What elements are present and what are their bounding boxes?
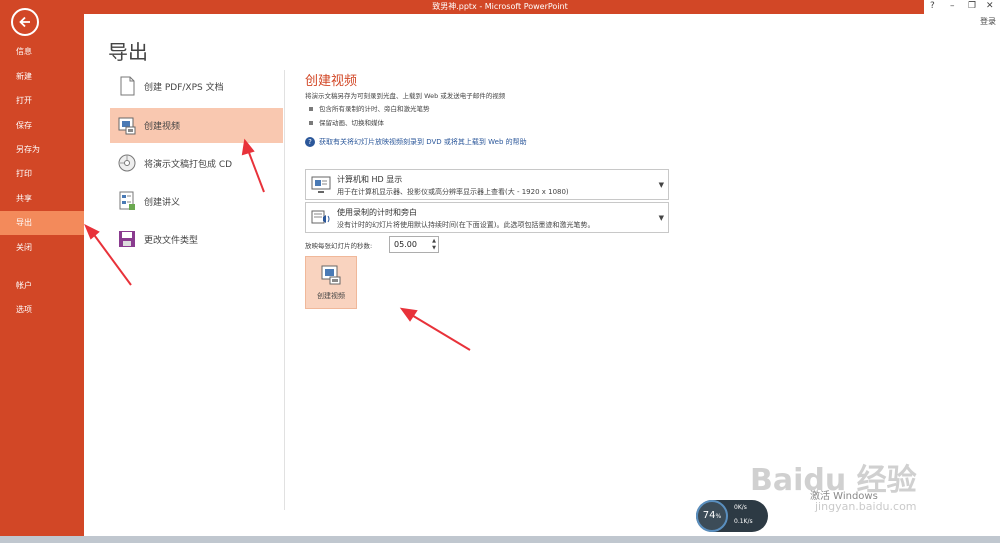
download-speed: 0.1K/s	[734, 518, 753, 525]
upload-speed: 0K/s	[734, 504, 747, 511]
annotation-arrow-button	[409, 313, 471, 351]
annotation-arrowhead-option	[241, 138, 255, 156]
annotation-arrowhead-button	[399, 307, 418, 322]
network-gauge: 74%	[696, 500, 728, 532]
annotation-arrow-option	[247, 149, 265, 193]
taskbar	[0, 536, 1000, 543]
network-speed-widget[interactable]: 74% 0K/s 0.1K/s	[696, 500, 768, 532]
activate-windows-text: 激活 Windows	[810, 491, 878, 502]
annotation-arrow-nav	[91, 231, 132, 286]
